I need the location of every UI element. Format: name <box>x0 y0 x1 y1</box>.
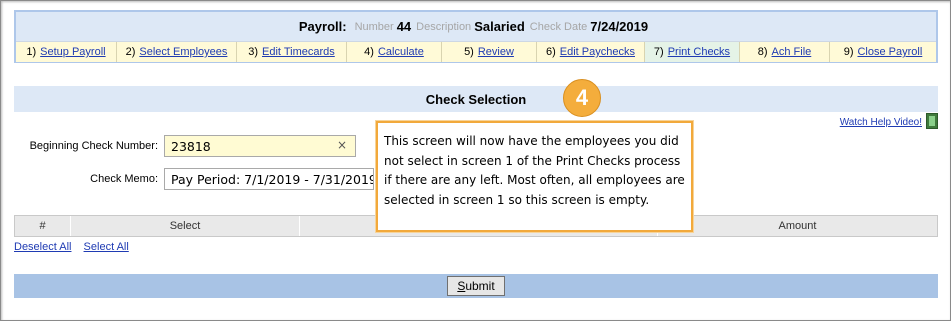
selection-links: Deselect All Select All <box>14 241 138 253</box>
step-link[interactable]: Edit Timecards <box>262 46 335 58</box>
beginning-check-number-input[interactable]: 23818 × <box>164 135 356 157</box>
step-edit-paychecks[interactable]: 6) Edit Paychecks <box>537 42 645 62</box>
check-selection-title: Check Selection <box>425 91 527 107</box>
step-print-checks[interactable]: 7) Print Checks <box>645 42 740 62</box>
column-number: # <box>15 216 71 236</box>
payroll-title-bar: Payroll: Number 44 Description Salaried … <box>16 12 936 41</box>
instruction-callout: This screen will now have the employees … <box>376 121 693 232</box>
step-number: 9) <box>843 46 854 58</box>
step-link[interactable]: Setup Payroll <box>40 46 105 58</box>
film-icon[interactable] <box>926 113 938 129</box>
number-label: Number <box>354 20 394 33</box>
step-number: 4) <box>364 46 374 58</box>
check-memo-label: Check Memo: <box>90 173 158 185</box>
payroll-title: Payroll: <box>298 19 347 34</box>
number-value: 44 <box>396 19 412 34</box>
step-close-payroll[interactable]: 9) Close Payroll <box>830 42 936 62</box>
submit-bar: Submit <box>14 274 938 298</box>
step-review[interactable]: 5) Review <box>442 42 537 62</box>
step-number: 7) <box>653 46 664 58</box>
step-calculate[interactable]: 4) Calculate <box>347 42 442 62</box>
submit-button[interactable]: Submit <box>447 276 505 296</box>
step-number: 8) <box>757 46 768 58</box>
step-link[interactable]: Review <box>478 46 514 58</box>
deselect-all-link[interactable]: Deselect All <box>14 241 71 253</box>
step-select-employees[interactable]: 2) Select Employees <box>117 42 237 62</box>
beginning-check-number-label: Beginning Check Number: <box>29 140 158 152</box>
step-link[interactable]: Calculate <box>378 46 424 58</box>
check-memo-value: Pay Period: 7/1/2019 - 7/31/2019 <box>171 171 374 187</box>
column-select: Select <box>71 216 300 236</box>
step-link[interactable]: Close Payroll <box>857 46 922 58</box>
beginning-check-number-value: 23818 <box>171 138 211 154</box>
step-edit-timecards[interactable]: 3) Edit Timecards <box>237 42 347 62</box>
step-number: 1) <box>26 46 37 58</box>
step-ach-file[interactable]: 8) Ach File <box>740 42 830 62</box>
step-link[interactable]: Select Employees <box>139 46 227 58</box>
check-date-label: Check Date <box>529 20 588 33</box>
watch-help-video-link[interactable]: Watch Help Video! <box>840 117 922 128</box>
check-date-value: 7/24/2019 <box>590 19 649 34</box>
description-value: Salaried <box>474 19 525 34</box>
select-all-link[interactable]: Select All <box>84 241 129 253</box>
step-number: 3) <box>248 46 259 58</box>
payroll-header: Payroll: Number 44 Description Salaried … <box>14 10 938 63</box>
step-badge: 4 <box>563 79 601 117</box>
step-number: 6) <box>546 46 556 58</box>
payroll-steps-nav: 1) Setup Payroll 2) Select Employees 3) … <box>16 41 936 62</box>
column-amount: Amount <box>778 220 817 232</box>
step-link[interactable]: Edit Paychecks <box>560 46 635 58</box>
description-label: Description <box>416 20 472 33</box>
submit-label: ubmit <box>465 279 495 293</box>
step-setup-payroll[interactable]: 1) Setup Payroll <box>16 42 117 62</box>
step-number: 2) <box>125 46 136 58</box>
step-number: 5) <box>464 46 474 58</box>
step-link[interactable]: Ach File <box>772 46 812 58</box>
clear-icon[interactable]: × <box>337 138 347 152</box>
check-memo-input[interactable]: Pay Period: 7/1/2019 - 7/31/2019 <box>164 168 374 190</box>
step-link[interactable]: Print Checks <box>668 46 730 58</box>
check-selection-header: Check Selection <box>14 86 938 112</box>
